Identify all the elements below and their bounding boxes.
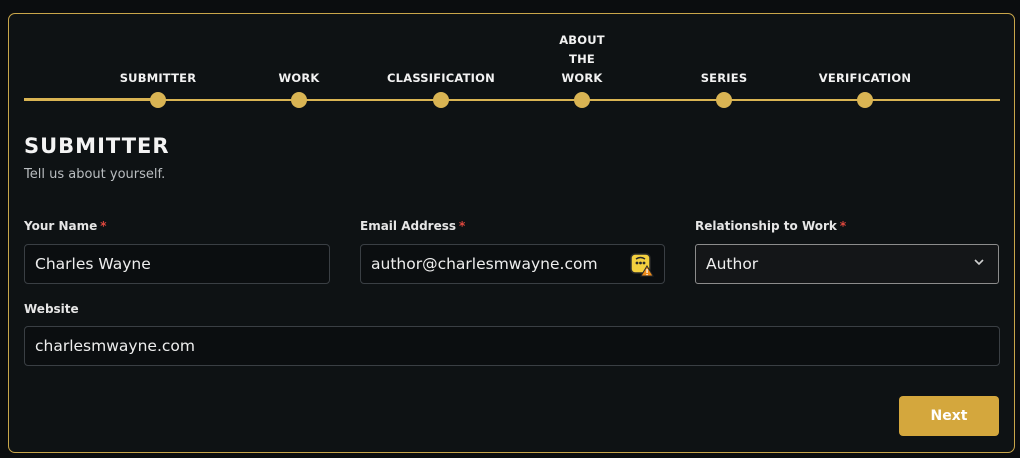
email-input[interactable]: author@charlesmwayne.com — [360, 244, 665, 284]
email-label: Email Address * — [360, 219, 465, 233]
step-dot — [291, 92, 307, 108]
step-label: CLASSIFICATION — [387, 71, 495, 85]
submission-form-card: SUBMITTER WORK CLASSIFICATION ABOUT THE … — [8, 13, 1015, 453]
relationship-selected-value: Author — [706, 255, 759, 273]
step-label: SUBMITTER — [119, 71, 197, 85]
email-label-text: Email Address — [360, 219, 457, 233]
progress-stepper: SUBMITTER WORK CLASSIFICATION ABOUT THE … — [24, 14, 1000, 114]
step-dot — [150, 92, 166, 108]
step-dot — [574, 92, 590, 108]
name-label-text: Your Name — [24, 219, 98, 233]
step-label: ABOUT THE WORK — [559, 33, 605, 85]
next-button[interactable]: Next — [899, 396, 999, 436]
password-manager-warning-icon[interactable] — [630, 253, 654, 277]
step-submitter[interactable]: SUBMITTER — [88, 14, 228, 114]
section-subtitle: Tell us about yourself. — [24, 167, 166, 182]
step-label: WORK — [278, 71, 320, 85]
name-label: Your Name * — [24, 219, 107, 233]
step-series[interactable]: SERIES — [654, 14, 794, 114]
step-label: SERIES — [700, 71, 748, 85]
step-verification[interactable]: VERIFICATION — [795, 14, 935, 114]
step-dot — [857, 92, 873, 108]
relationship-select[interactable]: Author — [695, 244, 999, 284]
section-title: SUBMITTER — [24, 134, 170, 158]
step-label: VERIFICATION — [818, 71, 912, 85]
step-work[interactable]: WORK — [229, 14, 369, 114]
name-input[interactable]: Charles Wayne — [24, 244, 330, 284]
website-label: Website — [24, 302, 79, 316]
step-dot — [433, 92, 449, 108]
name-input-value: Charles Wayne — [35, 255, 151, 273]
required-mark: * — [459, 219, 466, 233]
step-dot — [716, 92, 732, 108]
website-input-value: charlesmwayne.com — [35, 337, 195, 355]
website-label-text: Website — [24, 302, 79, 316]
relationship-label-text: Relationship to Work — [695, 219, 837, 233]
required-mark: * — [100, 219, 107, 233]
email-input-value: author@charlesmwayne.com — [371, 255, 598, 273]
website-input[interactable]: charlesmwayne.com — [24, 326, 1000, 366]
step-about-the-work[interactable]: ABOUT THE WORK — [512, 14, 652, 114]
chevron-down-icon — [974, 259, 984, 266]
step-classification[interactable]: CLASSIFICATION — [371, 14, 511, 114]
required-mark: * — [839, 219, 847, 233]
relationship-label: Relationship to Work * — [695, 219, 846, 233]
